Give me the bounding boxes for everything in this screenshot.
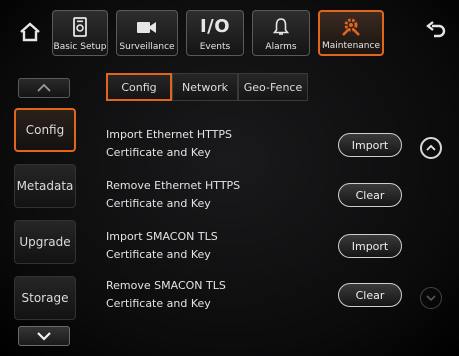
row-label-line2: Certificate and Key xyxy=(106,146,211,159)
sidebar-item-config-label: Config xyxy=(25,123,65,137)
row-label-line2: Certificate and Key xyxy=(106,248,211,261)
row-label-line1: Remove SMACON TLS xyxy=(106,279,226,292)
list-scroll-up-button[interactable] xyxy=(420,137,442,159)
sidebar-item-metadata[interactable]: Metadata xyxy=(14,164,76,208)
nav-surveillance-label: Surveillance xyxy=(119,42,175,52)
button-label: Import xyxy=(351,138,389,152)
tab-config[interactable]: Config xyxy=(106,73,172,101)
nav-surveillance[interactable]: Surveillance xyxy=(116,10,178,56)
camera-icon xyxy=(137,21,156,33)
clear-smacon-tls-button[interactable]: Clear xyxy=(338,283,402,307)
row-remove-smacon-tls: Remove SMACON TLS Certificate and Key xyxy=(106,277,306,313)
import-smacon-tls-button[interactable]: Import xyxy=(338,234,402,258)
row-label-line1: Remove Ethernet HTTPS xyxy=(106,179,241,192)
tab-geo-fence-label: Geo-Fence xyxy=(243,80,303,94)
io-icon: I/O xyxy=(199,16,231,37)
nav-maintenance[interactable]: Maintenance xyxy=(318,10,384,56)
sidebar-scroll-down-button[interactable] xyxy=(18,326,70,346)
tab-network-label: Network xyxy=(182,80,228,94)
sidebar-item-upgrade-label: Upgrade xyxy=(19,235,71,249)
button-label: Clear xyxy=(355,288,385,302)
nav-alarms[interactable]: Alarms xyxy=(252,10,310,56)
tab-network[interactable]: Network xyxy=(172,73,238,101)
nav-maintenance-label: Maintenance xyxy=(322,41,380,51)
row-import-ethernet-https: Import Ethernet HTTPS Certificate and Ke… xyxy=(106,126,306,162)
tab-geo-fence[interactable]: Geo-Fence xyxy=(238,73,308,101)
chevron-down-icon xyxy=(426,295,436,302)
device-screen: Basic Setup Surveillance I/O Events Alar… xyxy=(0,0,459,356)
list-scroll-down-button[interactable] xyxy=(420,287,442,309)
sidebar-item-config[interactable]: Config xyxy=(14,108,76,152)
nav-basic-setup[interactable]: Basic Setup xyxy=(52,10,108,56)
row-label-line1: Import SMACON TLS xyxy=(106,230,218,243)
row-label-line2: Certificate and Key xyxy=(106,297,211,310)
button-label: Clear xyxy=(355,188,385,202)
row-label-line1: Import Ethernet HTTPS xyxy=(106,128,233,141)
chevron-up-icon xyxy=(426,144,436,151)
tools-icon xyxy=(342,18,360,36)
back-arrow-icon[interactable] xyxy=(422,18,450,46)
sidebar-item-storage[interactable]: Storage xyxy=(14,276,76,320)
import-ethernet-https-button[interactable]: Import xyxy=(338,133,402,157)
bell-icon xyxy=(273,17,289,35)
sidebar-item-upgrade[interactable]: Upgrade xyxy=(14,220,76,264)
nav-events-label: Events xyxy=(199,42,231,52)
nav-events[interactable]: I/O Events xyxy=(186,10,244,56)
sidebar-scroll-up-button[interactable] xyxy=(18,78,70,98)
row-label-line2: Certificate and Key xyxy=(106,197,211,210)
row-import-smacon-tls: Import SMACON TLS Certificate and Key xyxy=(106,228,306,264)
sidebar-item-metadata-label: Metadata xyxy=(16,179,74,193)
row-remove-ethernet-https: Remove Ethernet HTTPS Certificate and Ke… xyxy=(106,177,306,213)
sidebar-item-storage-label: Storage xyxy=(21,291,69,305)
clear-ethernet-https-button[interactable]: Clear xyxy=(338,183,402,207)
nav-basic-setup-label: Basic Setup xyxy=(53,42,107,52)
nav-alarms-label: Alarms xyxy=(265,42,297,52)
chevron-down-icon xyxy=(37,332,51,341)
button-label: Import xyxy=(351,239,389,253)
chevron-up-icon xyxy=(37,83,51,92)
settings-panel-icon xyxy=(73,16,87,37)
tab-config-label: Config xyxy=(121,80,157,94)
home-icon[interactable] xyxy=(16,18,44,46)
